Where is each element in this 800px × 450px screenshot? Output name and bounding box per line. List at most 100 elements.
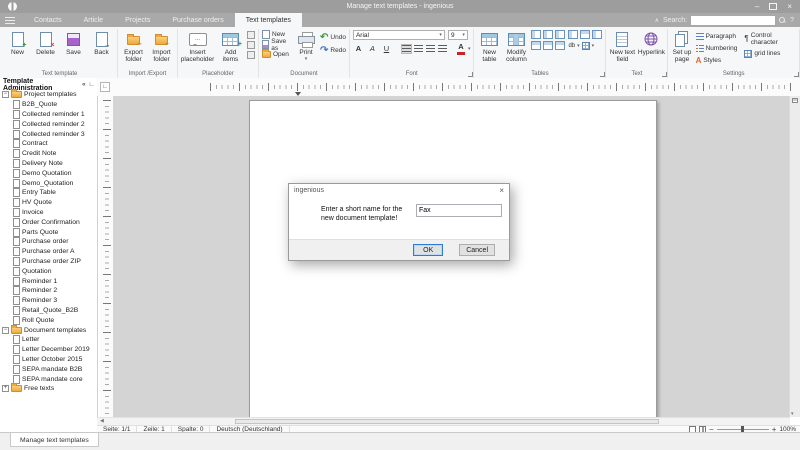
font-color-dropdown-icon[interactable]: ▾ xyxy=(468,46,471,52)
tree-item-demo-quotation[interactable]: Demo_Quotation xyxy=(0,178,97,188)
cell-format-icon[interactable] xyxy=(592,30,602,39)
print-button[interactable]: Print ▾ xyxy=(295,30,317,62)
import-folder-button[interactable]: ← Import folder xyxy=(149,30,174,63)
delete-template-button[interactable]: × Delete xyxy=(33,30,58,56)
tree-item-hv-quote[interactable]: HV Quote xyxy=(0,198,97,208)
tab-text-templates[interactable]: Text templates xyxy=(235,13,302,27)
tree-folder-project-templates[interactable]: −Project templates xyxy=(0,90,97,100)
copy-placeholder-icon[interactable] xyxy=(247,41,255,49)
new-text-field-button[interactable]: New text field xyxy=(609,30,635,63)
dialog-close-icon[interactable]: × xyxy=(499,187,504,195)
vertical-scrollbar[interactable]: ▾ xyxy=(789,96,800,417)
template-name-input[interactable] xyxy=(416,204,502,217)
split-view-icon[interactable] xyxy=(792,98,798,103)
scroll-down-icon[interactable]: ▾ xyxy=(791,411,794,417)
bold-button[interactable]: A xyxy=(353,44,364,54)
tree-item-entry-table[interactable]: Entry Table xyxy=(0,188,97,198)
settings-dialog-launcher-icon[interactable] xyxy=(794,72,799,77)
insert-column-left-icon[interactable] xyxy=(531,30,541,39)
ok-button[interactable]: OK xyxy=(413,244,443,256)
font-size-select[interactable]: 9▾ xyxy=(448,30,468,40)
search-icon[interactable] xyxy=(779,17,786,24)
tree-item-collected-reminder-1[interactable]: Collected reminder 1 xyxy=(0,110,97,120)
add-items-button[interactable]: + Add items xyxy=(217,30,244,63)
tree-item-purchase-order[interactable]: Purchase order xyxy=(0,237,97,247)
tab-selector-icon[interactable]: ∟ xyxy=(100,82,110,92)
tree-item-letter-december-2019[interactable]: Letter December 2019 xyxy=(0,345,97,355)
tree-item-retail-quote-b2b[interactable]: Retail_Quote_B2B xyxy=(0,306,97,316)
styles-button[interactable]: A Styles xyxy=(696,56,738,65)
new-table-button[interactable]: New table xyxy=(477,30,501,63)
edit-placeholder-icon[interactable] xyxy=(247,31,255,39)
hyperlink-button[interactable]: Hyperlink xyxy=(638,30,664,56)
tree-item-collected-reminder-2[interactable]: Collected reminder 2 xyxy=(0,119,97,129)
scroll-left-icon[interactable]: ◀ xyxy=(100,418,104,425)
tab-projects[interactable]: Projects xyxy=(114,13,161,27)
export-folder-button[interactable]: → Export folder xyxy=(121,30,146,63)
tree-item-reminder-1[interactable]: Reminder 1 xyxy=(0,276,97,286)
tree-item-reminder-2[interactable]: Reminder 2 xyxy=(0,286,97,296)
tree-item-letter-october-2015[interactable]: Letter October 2015 xyxy=(0,355,97,365)
tree-item-b2b-quote[interactable]: B2B_Quote xyxy=(0,100,97,110)
grid-lines-button[interactable]: grid lines xyxy=(744,49,796,58)
tree-item-contract[interactable]: Contract xyxy=(0,139,97,149)
table-grid-icon[interactable] xyxy=(582,42,590,50)
pin-icon[interactable]: ∟ xyxy=(89,81,95,88)
insert-placeholder-button[interactable]: ... Insert placeholder xyxy=(181,30,214,63)
tree-item-purchase-order-zip[interactable]: Purchase order ZIP xyxy=(0,257,97,267)
tree-item-sepa-mandate-b2b[interactable]: SEPA mandate B2B xyxy=(0,364,97,374)
close-button[interactable]: × xyxy=(787,3,792,11)
underline-button[interactable]: U xyxy=(381,44,392,54)
table-grid-dropdown-icon[interactable]: ▾ xyxy=(592,43,595,49)
tree-item-letter[interactable]: Letter xyxy=(0,335,97,345)
collapse-ribbon-icon[interactable]: ∧ xyxy=(655,17,659,24)
tree-folder-free-texts[interactable]: +Free texts xyxy=(0,384,97,394)
tree-item-collected-reminder-3[interactable]: Collected reminder 3 xyxy=(0,129,97,139)
align-center-button[interactable] xyxy=(414,45,423,53)
tab-article[interactable]: Article xyxy=(73,13,114,27)
maximize-button[interactable] xyxy=(769,3,777,10)
align-left-button[interactable] xyxy=(402,45,411,53)
tree-item-credit-note[interactable]: Credit Note xyxy=(0,149,97,159)
db-dropdown[interactable]: db xyxy=(568,43,575,49)
placeholder-width-icon[interactable] xyxy=(247,51,255,59)
modify-column-button[interactable]: Modify column xyxy=(504,30,528,63)
search-input[interactable] xyxy=(691,16,775,25)
tab-purchase-orders[interactable]: Purchase orders xyxy=(161,13,234,27)
cancel-button[interactable]: Cancel xyxy=(459,244,495,256)
back-button[interactable]: → Back xyxy=(89,30,114,56)
tree-folder-document-templates[interactable]: −Document templates xyxy=(0,325,97,335)
bottom-tab-manage-text-templates[interactable]: Manage text templates xyxy=(10,433,99,447)
tree-item-quotation[interactable]: Quotation xyxy=(0,266,97,276)
insert-column-right-icon[interactable] xyxy=(543,30,553,39)
tree-item-invoice[interactable]: Invoice xyxy=(0,208,97,218)
italic-button[interactable]: A xyxy=(367,44,378,54)
align-right-button[interactable] xyxy=(426,45,435,53)
merge-cells-icon[interactable] xyxy=(568,30,578,39)
undo-button[interactable]: ↶ Undo xyxy=(320,33,346,42)
insert-row-below-icon[interactable] xyxy=(543,41,553,50)
collapse-box-icon[interactable]: − xyxy=(2,91,9,98)
save-as-button[interactable]: Save as xyxy=(262,40,292,49)
delete-column-icon[interactable] xyxy=(555,30,565,39)
tree-item-parts-quote[interactable]: Parts Quote xyxy=(0,227,97,237)
delete-row-icon[interactable] xyxy=(555,41,565,50)
font-color-button[interactable]: A xyxy=(457,43,465,55)
tables-dialog-launcher-icon[interactable] xyxy=(600,72,605,77)
text-dialog-launcher-icon[interactable] xyxy=(662,72,667,77)
tree-item-reminder-3[interactable]: Reminder 3 xyxy=(0,296,97,306)
numbering-button[interactable]: Numbering xyxy=(696,44,738,53)
tree-item-purchase-order-a[interactable]: Purchase order A xyxy=(0,247,97,257)
setup-page-button[interactable]: Set up page xyxy=(671,30,692,63)
tree-item-order-confirmation[interactable]: Order Confirmation xyxy=(0,217,97,227)
minimize-button[interactable]: – xyxy=(755,3,759,11)
tree-item-delivery-note[interactable]: Delivery Note xyxy=(0,159,97,169)
new-template-button[interactable]: + New xyxy=(5,30,30,56)
align-justify-button[interactable] xyxy=(438,45,447,53)
expand-box-icon[interactable]: + xyxy=(2,385,9,392)
control-character-button[interactable]: ¶ Control character xyxy=(744,34,796,43)
collapse-box-icon[interactable]: − xyxy=(2,327,9,334)
open-button[interactable]: Open xyxy=(262,50,292,59)
font-name-select[interactable]: Arial▾ xyxy=(353,30,445,40)
save-template-button[interactable]: Save xyxy=(61,30,86,56)
